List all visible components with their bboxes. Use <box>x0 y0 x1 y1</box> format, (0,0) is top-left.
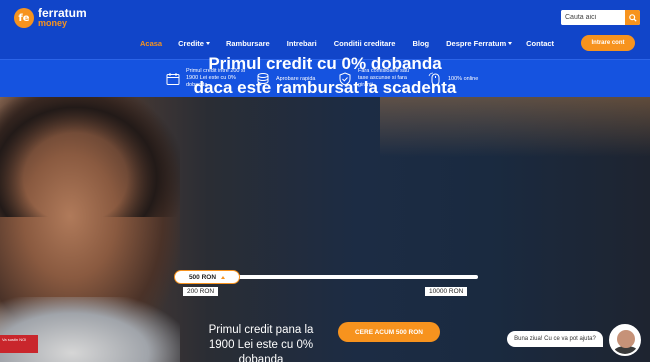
nav-blog[interactable]: Blog <box>412 39 429 48</box>
arrow-up-icon <box>221 275 226 279</box>
nav-contact[interactable]: Contact <box>526 39 554 48</box>
slider-min-label: 200 RON <box>183 287 219 296</box>
loan-amount-slider-handle[interactable]: 500 RON <box>174 270 240 284</box>
login-button[interactable]: Intrare cont <box>581 35 635 51</box>
nav-credite[interactable]: Credite <box>178 39 210 48</box>
chevron-down-icon <box>205 41 210 45</box>
hero-title: Primul credit cu 0% dobanda daca este ra… <box>193 54 457 97</box>
site-header: fe ferratum money Acasa Credite Rambursa… <box>0 0 650 59</box>
nav-rambursare[interactable]: Rambursare <box>226 39 270 48</box>
chevron-down-icon <box>508 41 513 45</box>
slider-max-label: 10000 RON <box>425 287 468 296</box>
nav-conditii-creditare[interactable]: Conditii creditare <box>334 39 396 48</box>
logo-mark-icon: fe <box>14 8 34 28</box>
chat-agent-avatar[interactable] <box>609 324 641 356</box>
logo-name: ferratum <box>38 6 87 20</box>
search-icon <box>628 13 637 22</box>
nav-acasa[interactable]: Acasa <box>140 39 162 48</box>
ferratum-logo[interactable]: fe ferratum money <box>14 6 87 28</box>
chat-greeting-bubble[interactable]: Buna ziua! Cu ce va pot ajuta? <box>507 331 603 347</box>
search-button[interactable] <box>625 10 640 25</box>
nav-intrebari[interactable]: Intrebari <box>287 39 317 48</box>
promo-text: Primul credit pana la 1900 Lei este cu 0… <box>208 324 314 362</box>
main-nav: Acasa Credite Rambursare Intrebari Condi… <box>140 35 554 51</box>
support-badge: Va sustin NOI <box>0 335 38 353</box>
search-box <box>561 10 640 25</box>
hero-background-lights <box>380 97 650 157</box>
search-input[interactable] <box>561 10 625 25</box>
nav-despre-ferratum[interactable]: Despre Ferratum <box>446 39 513 48</box>
apply-now-button[interactable]: CERE ACUM 500 RON <box>338 322 440 342</box>
